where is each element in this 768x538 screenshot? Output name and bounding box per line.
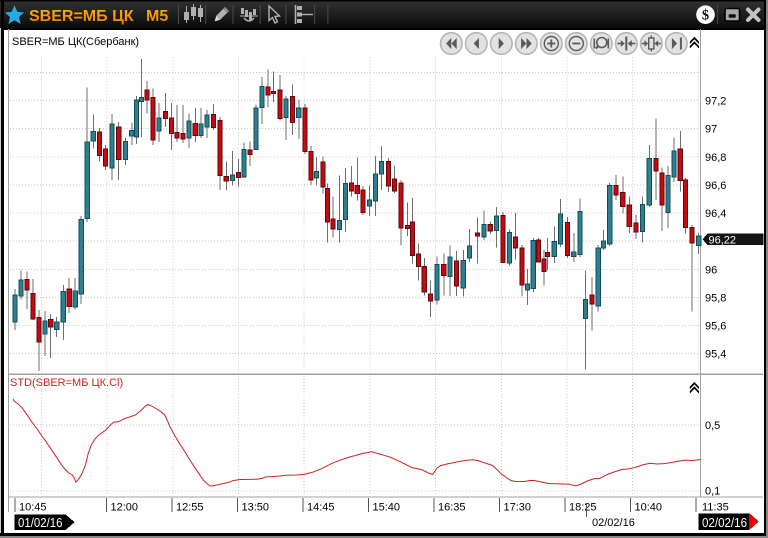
svg-text:96,6: 96,6 [705,180,726,192]
svg-text:96,4: 96,4 [705,208,726,220]
svg-text:14:45: 14:45 [307,502,335,514]
svg-text:97,2: 97,2 [705,96,726,108]
svg-text:STD(SBER=МБ ЦК.Cl): STD(SBER=МБ ЦК.Cl) [10,377,123,389]
svg-text:12:00: 12:00 [111,502,139,514]
svg-text:12:55: 12:55 [176,502,204,514]
svg-text:0,1: 0,1 [705,486,720,498]
svg-text:11:35: 11:35 [702,502,729,514]
svg-text:95,8: 95,8 [705,293,726,305]
svg-text:95,6: 95,6 [705,321,726,333]
svg-text:13:50: 13:50 [242,502,270,514]
svg-text:SBER=МБ ЦК: SBER=МБ ЦК [29,8,134,25]
svg-text:0,5: 0,5 [705,420,720,432]
svg-text:M5: M5 [146,8,168,25]
svg-text:15:40: 15:40 [373,502,401,514]
svg-text:10:45: 10:45 [19,502,47,514]
svg-text:96,8: 96,8 [705,152,726,164]
svg-text:17:30: 17:30 [504,502,532,514]
svg-text:02/02/16: 02/02/16 [592,517,635,529]
svg-text:10:40: 10:40 [635,502,663,514]
svg-text:96,22: 96,22 [709,234,737,246]
svg-text:97: 97 [705,123,717,135]
svg-text:SBER=МБ ЦК(Сбербанк): SBER=МБ ЦК(Сбербанк) [12,36,139,48]
svg-text:$: $ [702,8,709,24]
svg-text:01/02/16: 01/02/16 [18,515,63,530]
svg-text:95,4: 95,4 [705,349,726,361]
svg-text:16:35: 16:35 [438,502,466,514]
svg-text:02/02/16: 02/02/16 [702,515,747,530]
svg-text:96: 96 [705,264,717,276]
svg-text:18:25: 18:25 [569,502,597,514]
